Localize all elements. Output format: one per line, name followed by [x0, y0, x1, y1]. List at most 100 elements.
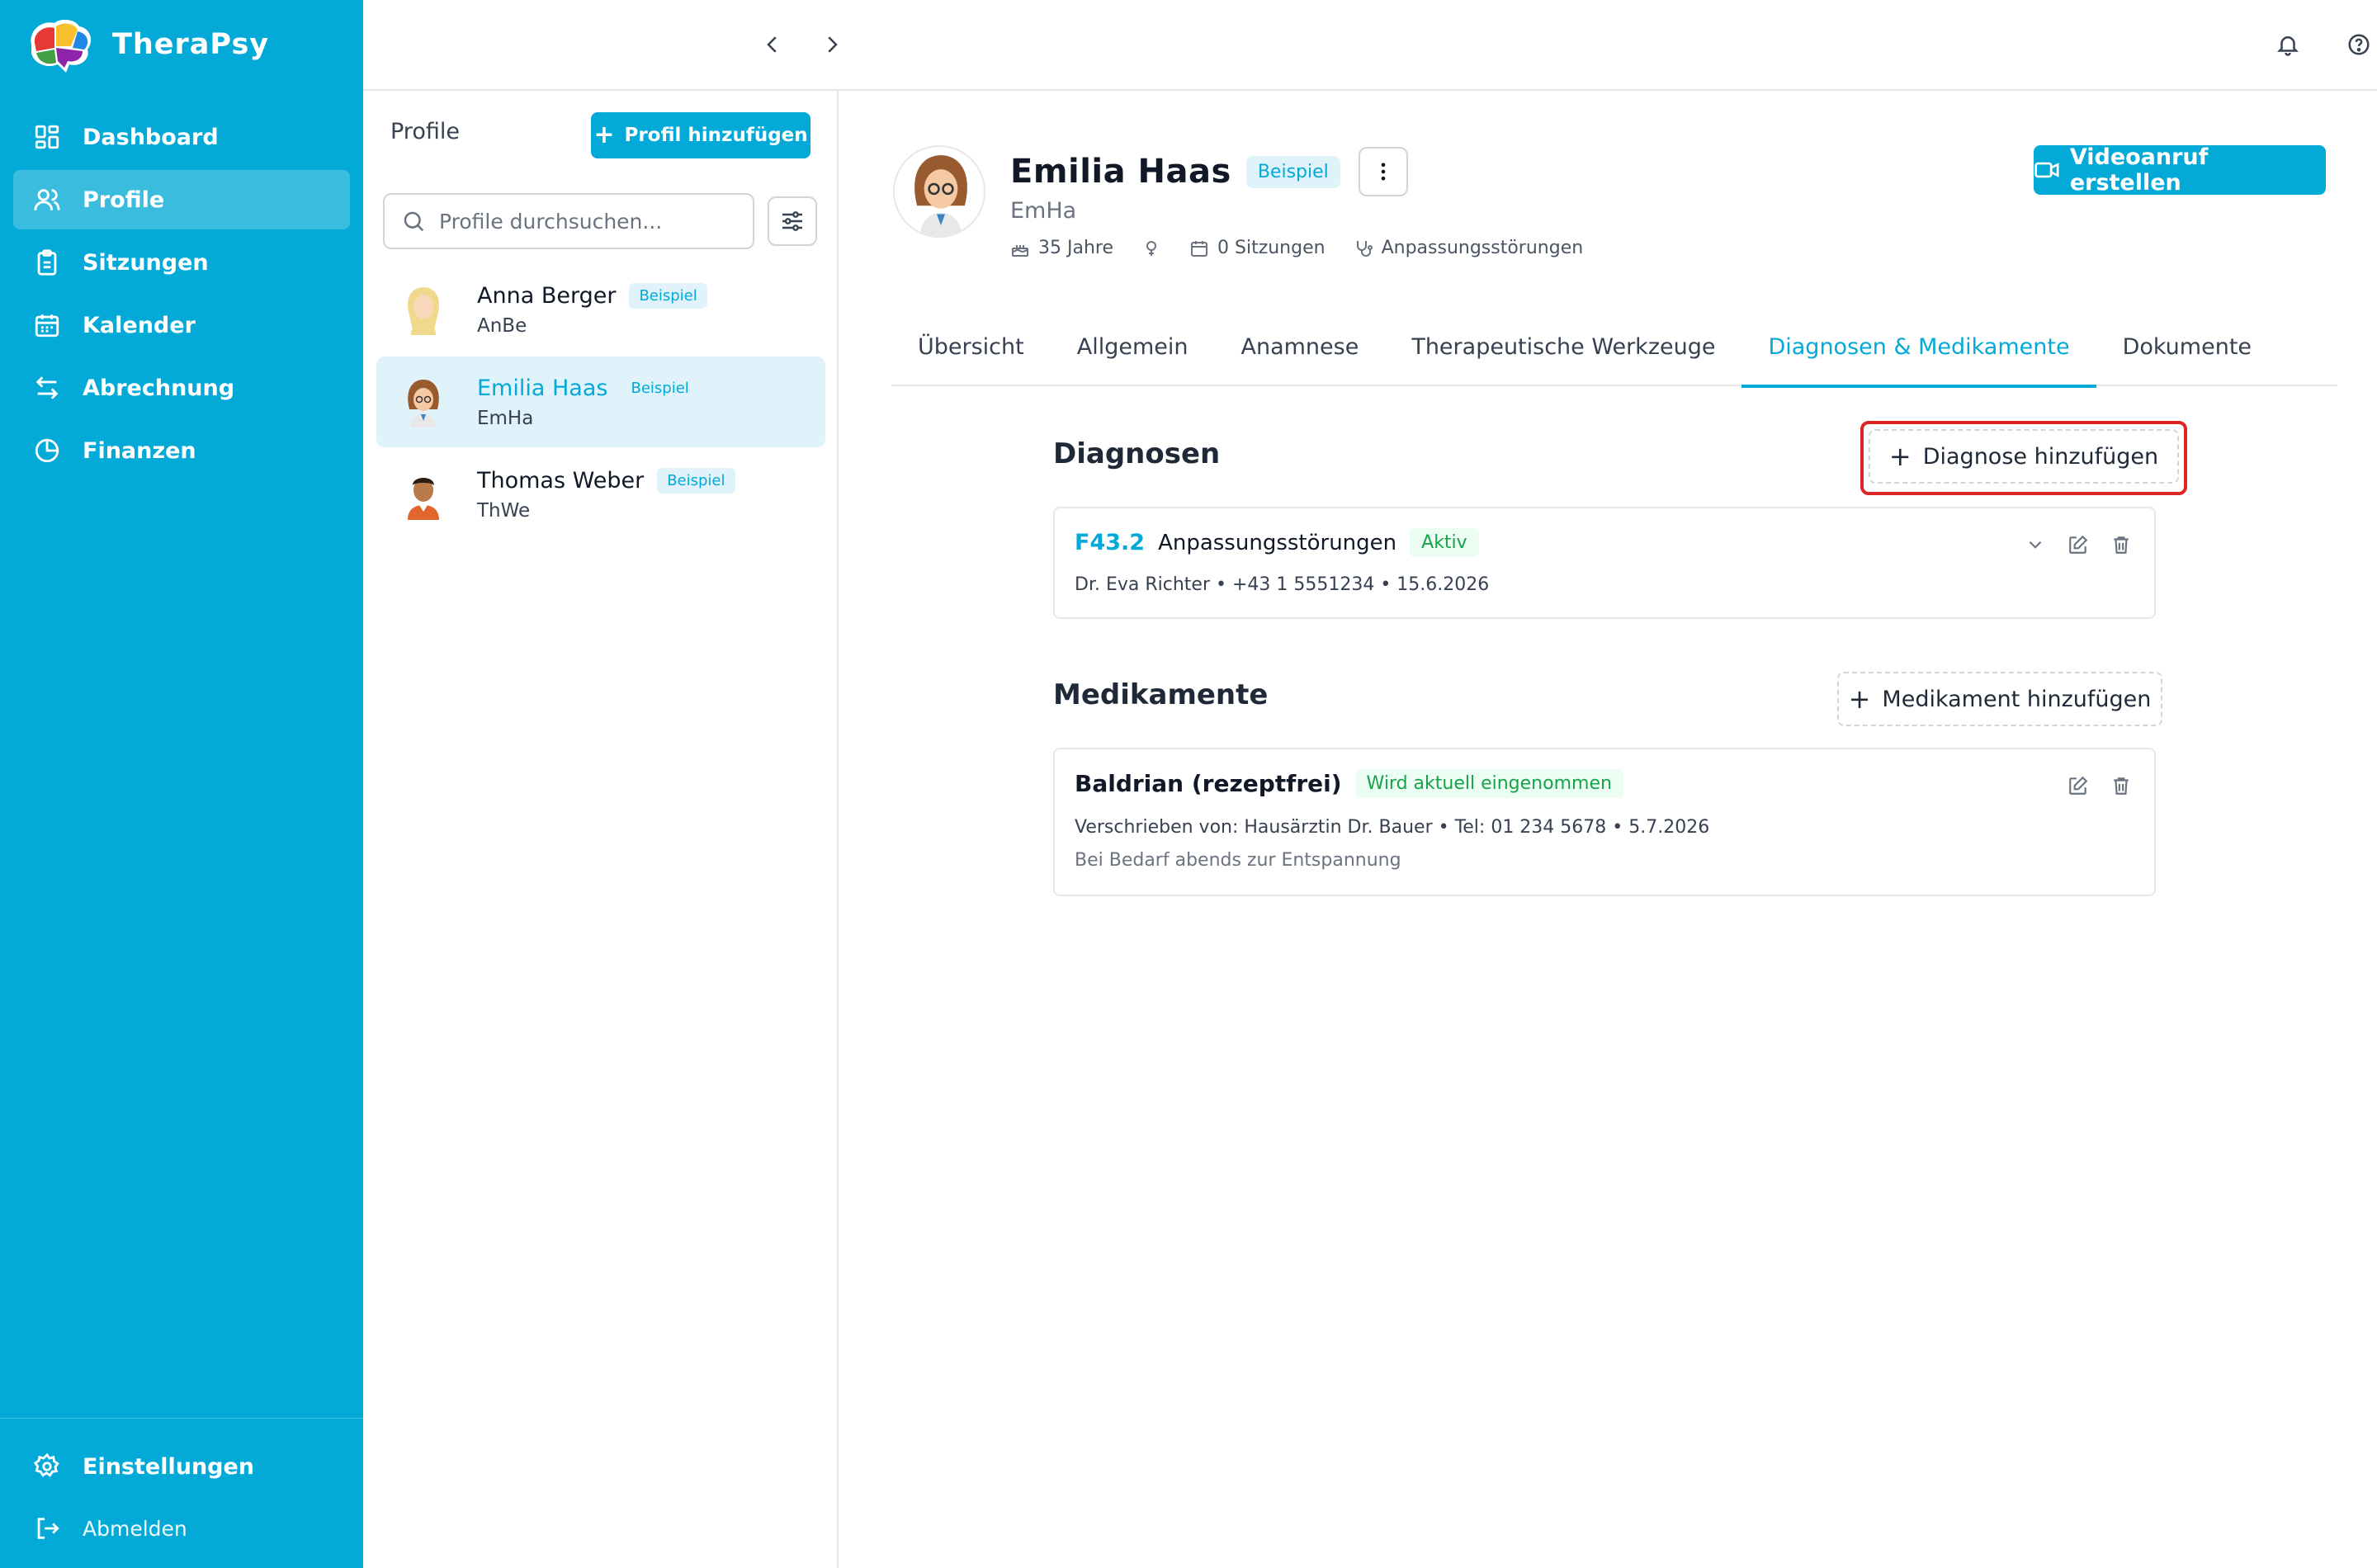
delete-diagnosis-button[interactable] — [2110, 533, 2133, 556]
sessions-text: 0 Sitzungen — [1217, 238, 1326, 258]
nav-item-kalender[interactable]: Kalender — [13, 295, 350, 355]
chevron-left-icon — [767, 36, 777, 53]
nav-item-einstellungen[interactable]: Einstellungen — [13, 1437, 350, 1496]
tab-anamnese[interactable]: Anamnese — [1214, 307, 1385, 386]
diagnosis-name: Anpassungsstörungen — [1158, 530, 1397, 555]
nav-label: Einstellungen — [83, 1453, 255, 1480]
nav-label: Kalender — [83, 312, 196, 338]
female-icon — [1146, 240, 1156, 256]
nav-item-profile[interactable]: Profile — [13, 170, 350, 229]
status-badge: Wird aktuell eingenommen — [1354, 769, 1623, 798]
add-diagnosis-label: Diagnose hinzufügen — [1922, 443, 2159, 470]
dashboard-icon — [33, 123, 61, 151]
tab-allgemein[interactable]: Allgemein — [1051, 307, 1215, 386]
profile-initials: EmHa — [477, 407, 534, 429]
diagnosis-actions — [2024, 533, 2133, 556]
tab-dokumente[interactable]: Dokumente — [2096, 307, 2278, 386]
edit-diagnosis-button[interactable] — [2067, 533, 2090, 556]
expand-button[interactable] — [2024, 533, 2047, 556]
arrows-icon — [33, 374, 61, 402]
stethoscope-icon — [1356, 240, 1373, 257]
nav-label: Finanzen — [83, 437, 196, 464]
more-vertical-icon — [1381, 163, 1386, 181]
avatar — [408, 478, 439, 520]
medication-name: Baldrian (rezeptfrei) — [1075, 770, 1342, 797]
edit-icon — [2069, 776, 2088, 795]
profile-list: Anna Berger Beispiel AnBe Emilia Haas Be… — [376, 264, 825, 541]
meta-sessions: 0 Sitzungen — [1189, 238, 1326, 258]
nav-item-dashboard[interactable]: Dashboard — [13, 107, 350, 167]
pie-chart-icon — [33, 437, 61, 465]
nav-item-sitzungen[interactable]: Sitzungen — [13, 233, 350, 292]
avatar — [407, 287, 440, 335]
create-video-call-button[interactable]: Videoanruf erstellen — [2034, 144, 2326, 196]
diagnoses-title: Diagnosen — [1053, 437, 1221, 470]
edit-icon — [2069, 535, 2088, 554]
profile-search-input[interactable] — [439, 209, 736, 234]
app-name: TheraPsy — [112, 28, 270, 61]
top-bar — [363, 0, 2377, 91]
profile-name: Emilia Haas — [477, 375, 608, 401]
logout-button[interactable]: Abmelden — [13, 1500, 350, 1557]
search-icon — [404, 211, 424, 232]
tab-diagnosen-medikamente[interactable]: Diagnosen & Medikamente — [1741, 307, 2096, 388]
filter-button[interactable] — [768, 196, 817, 246]
profile-avatar — [893, 145, 985, 238]
example-badge: Beispiel — [629, 282, 707, 309]
help-button[interactable] — [2339, 25, 2377, 64]
medications-title: Medikamente — [1053, 678, 1269, 711]
example-badge: Beispiel — [1245, 155, 1340, 188]
chevron-right-icon — [828, 36, 838, 53]
avatar — [914, 155, 967, 236]
medication-card: Baldrian (rezeptfrei) Wird aktuell einge… — [1053, 748, 2156, 896]
add-diagnosis-button[interactable]: + Diagnose hinzufügen — [1869, 429, 2179, 484]
profile-name: Thomas Weber — [477, 467, 645, 494]
meta-age: 35 Jahre — [1010, 238, 1113, 258]
back-button[interactable] — [753, 25, 792, 64]
avatar — [408, 380, 439, 427]
notifications-button[interactable] — [2268, 25, 2308, 64]
profile-list-item[interactable]: Anna Berger Beispiel AnBe — [376, 264, 825, 355]
video-call-label: Videoanruf erstellen — [2069, 144, 2209, 196]
logout-label: Abmelden — [83, 1516, 187, 1541]
main-nav: Dashboard Profile Sitzungen Kalender Abr… — [13, 107, 350, 484]
meta-diagnosis: Anpassungsstörungen — [1354, 238, 1584, 258]
profile-meta: 35 Jahre 0 Sitzungen Anpassungsstörungen — [1010, 238, 1583, 258]
calendar-icon — [33, 311, 61, 339]
brand[interactable]: TheraPsy — [25, 15, 269, 74]
medication-note: Bei Bedarf abends zur Entspannung — [1075, 850, 1401, 871]
diagnosis-summary-text: Anpassungsstörungen — [1381, 238, 1584, 258]
delete-medication-button[interactable] — [2110, 774, 2133, 797]
add-medication-button[interactable]: + Medikament hinzufügen — [1837, 672, 2162, 726]
logout-icon — [33, 1514, 61, 1542]
tab-uebersicht[interactable]: Übersicht — [891, 307, 1051, 386]
example-badge: Beispiel — [657, 467, 735, 494]
profiles-panel: Profile + Profil hinzufügen Anna Berger … — [363, 91, 839, 1568]
video-camera-icon — [2034, 162, 2059, 178]
tab-therapeutische-werkzeuge[interactable]: Therapeutische Werkzeuge — [1385, 307, 1741, 386]
nav-label: Profile — [83, 187, 165, 213]
profile-list-item[interactable]: Emilia Haas Beispiel EmHa — [376, 357, 825, 447]
profile-list-item[interactable]: Thomas Weber Beispiel ThWe — [376, 449, 825, 540]
profiles-panel-title: Profile — [390, 119, 460, 144]
trash-icon — [2114, 777, 2129, 795]
add-profile-label: Profil hinzufügen — [624, 125, 808, 146]
more-options-button[interactable] — [1358, 147, 1408, 196]
nav-item-abrechnung[interactable]: Abrechnung — [13, 358, 350, 418]
meta-gender — [1141, 239, 1161, 258]
profile-initials: EmHa — [1010, 198, 1077, 224]
help-icon — [2348, 34, 2370, 55]
forward-button[interactable] — [812, 25, 852, 64]
add-profile-button[interactable]: + Profil hinzufügen — [591, 112, 810, 158]
nav-item-finanzen[interactable]: Finanzen — [13, 421, 350, 480]
sliders-icon — [782, 211, 802, 231]
clipboard-icon — [33, 248, 61, 276]
diagnosis-details: Dr. Eva Richter • +43 1 5551234 • 15.6.2… — [1075, 574, 1490, 595]
sidebar-footer: Einstellungen Abmelden — [0, 1418, 363, 1557]
medication-details: Verschrieben von: Hausärztin Dr. Bauer •… — [1075, 817, 1710, 838]
edit-medication-button[interactable] — [2067, 774, 2090, 797]
brain-logo-icon — [31, 19, 92, 73]
diagnosis-card: F43.2 Anpassungsstörungen Aktiv Dr. Eva … — [1053, 507, 2156, 619]
profile-name-heading: Emilia Haas — [1010, 153, 1231, 191]
sidebar: TheraPsy Dashboard Profile Sitzungen Kal… — [0, 0, 363, 1568]
